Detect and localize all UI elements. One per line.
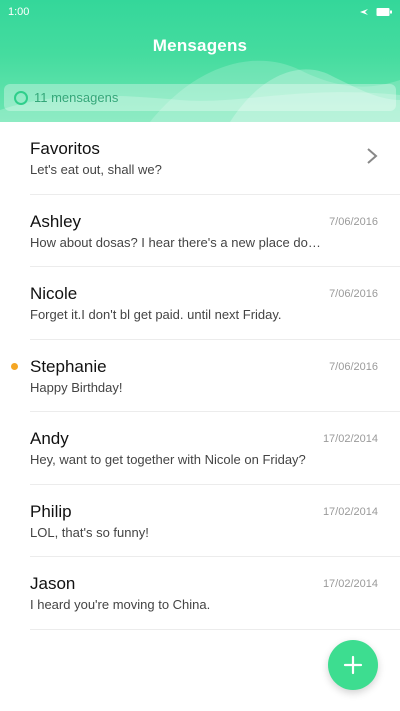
conversation-date: 7/06/2016 [329, 288, 378, 300]
unread-indicator [11, 362, 18, 370]
conversation-row-philip[interactable]: Philip LOL, that's so funny! 17/02/2014 [30, 485, 400, 557]
status-time: 1:00 [8, 6, 30, 18]
conversation-name: Andy [30, 429, 69, 448]
conversation-name: Favoritos [30, 139, 100, 158]
status-bar: 1:00 [0, 0, 400, 24]
status-icons [358, 7, 392, 17]
page-title: Mensagens [152, 36, 248, 55]
chevron-right-icon [367, 148, 378, 164]
plus-icon [343, 655, 363, 675]
message-count-label: 11 mensagens [34, 90, 119, 105]
charging-icon [360, 9, 368, 15]
conversation-name: Nicole [30, 284, 78, 303]
conversation-preview: Happy Birthday! [30, 379, 123, 395]
conversation-date: 17/02/2014 [322, 505, 378, 518]
search-bar[interactable]: 11 mensagens [4, 84, 396, 111]
conversation-preview: How about dosas? I hear there's a new pl… [30, 234, 321, 250]
conversation-date: 17/02/2014 [322, 433, 378, 445]
battery-icon [376, 8, 392, 16]
header: 1:00 Mensagens 11 mensagens [0, 0, 400, 122]
conversation-date: 7/06/2016 [329, 360, 378, 373]
conversation-preview: Forget it.I don't bl get paid. until nex… [30, 307, 282, 322]
conversation-preview: Hey, want to get together with Nicole on… [30, 452, 306, 467]
conversation-name: Philip [30, 501, 72, 521]
conversation-row-andy[interactable]: Andy Hey, want to get together with Nico… [30, 412, 400, 485]
conversation-row-favoritos[interactable]: Favoritos Let's eat out, shall we? [30, 122, 400, 195]
conversation-date: 7/06/2016 [329, 215, 378, 228]
conversation-row-ashley[interactable]: Ashley How about dosas? I hear there's a… [30, 195, 400, 267]
conversation-name: Stephanie [30, 356, 107, 376]
conversation-row-nicole[interactable]: Nicole Forget it.I don't bl get paid. un… [30, 267, 400, 340]
conversation-preview: I heard you're moving to China. [30, 597, 211, 612]
conversation-date: 17/02/2014 [322, 578, 378, 590]
conversation-name: Jason [30, 574, 76, 593]
conversation-preview: Let's eat out, shall we? [30, 162, 162, 177]
conversation-row-stephanie[interactable]: Stephanie Happy Birthday! 7/06/2016 [11, 340, 400, 412]
circle-search-icon [14, 90, 28, 105]
conversation-list: Favoritos Let's eat out, shall we? Ashle… [0, 122, 400, 630]
conversation-name: Ashley [30, 211, 82, 231]
conversation-preview: LOL, that's so funny! [30, 524, 149, 540]
conversation-row-jason[interactable]: Jason I heard you're moving to China. 17… [30, 557, 400, 630]
new-message-button[interactable] [328, 640, 378, 690]
